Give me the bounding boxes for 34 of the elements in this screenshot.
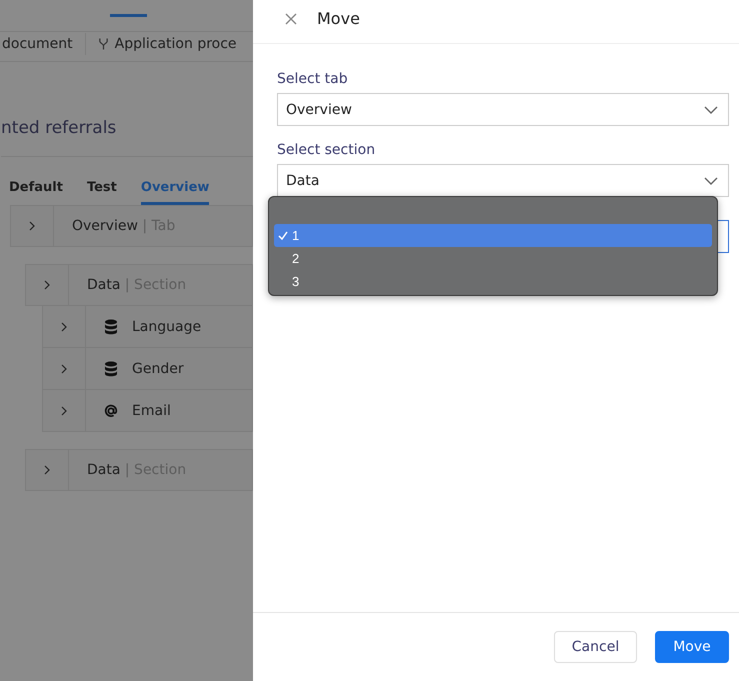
chevron-icon[interactable] bbox=[60, 362, 68, 374]
chevron-icon[interactable] bbox=[60, 404, 68, 416]
dropdown-option[interactable]: 3 bbox=[274, 270, 712, 293]
select-field[interactable]: Overview bbox=[277, 93, 729, 126]
tab[interactable]: Default bbox=[9, 180, 63, 205]
tree-row[interactable]: Gender bbox=[42, 348, 253, 390]
database-icon bbox=[104, 318, 118, 334]
tab[interactable]: Test bbox=[86, 180, 117, 205]
database-icon bbox=[104, 360, 118, 376]
cancel-button[interactable]: Cancel bbox=[554, 631, 637, 663]
at-sign-icon bbox=[104, 402, 118, 418]
dropdown-option[interactable]: 2 bbox=[274, 247, 712, 270]
field-label: Select section bbox=[277, 142, 376, 158]
checkmark-icon bbox=[278, 230, 288, 240]
tree-label: Language bbox=[132, 318, 202, 334]
tree-label: Gender bbox=[132, 360, 184, 376]
tree-row[interactable]: Email bbox=[42, 390, 253, 432]
chevron-icon[interactable] bbox=[43, 464, 51, 476]
chevron-down-icon bbox=[704, 106, 718, 114]
tab-indicator bbox=[110, 14, 147, 17]
tree-label: Email bbox=[132, 402, 171, 418]
chevron-down-icon bbox=[704, 176, 718, 184]
chevron-icon[interactable] bbox=[60, 320, 68, 332]
fork-icon bbox=[98, 37, 109, 51]
chevron-icon[interactable] bbox=[28, 220, 36, 232]
tree-row[interactable]: Language bbox=[42, 306, 253, 348]
field-label: Select tab bbox=[277, 71, 349, 87]
move-button[interactable]: Move bbox=[655, 631, 729, 663]
close-icon[interactable] bbox=[285, 12, 297, 24]
toolbar-link[interactable]: document bbox=[2, 36, 73, 52]
chevron-icon[interactable] bbox=[43, 279, 51, 291]
toolbar-link[interactable]: Application proce bbox=[114, 36, 237, 52]
dropdown-option[interactable]: 1 bbox=[274, 224, 712, 247]
dialog-title: Move bbox=[317, 9, 360, 28]
